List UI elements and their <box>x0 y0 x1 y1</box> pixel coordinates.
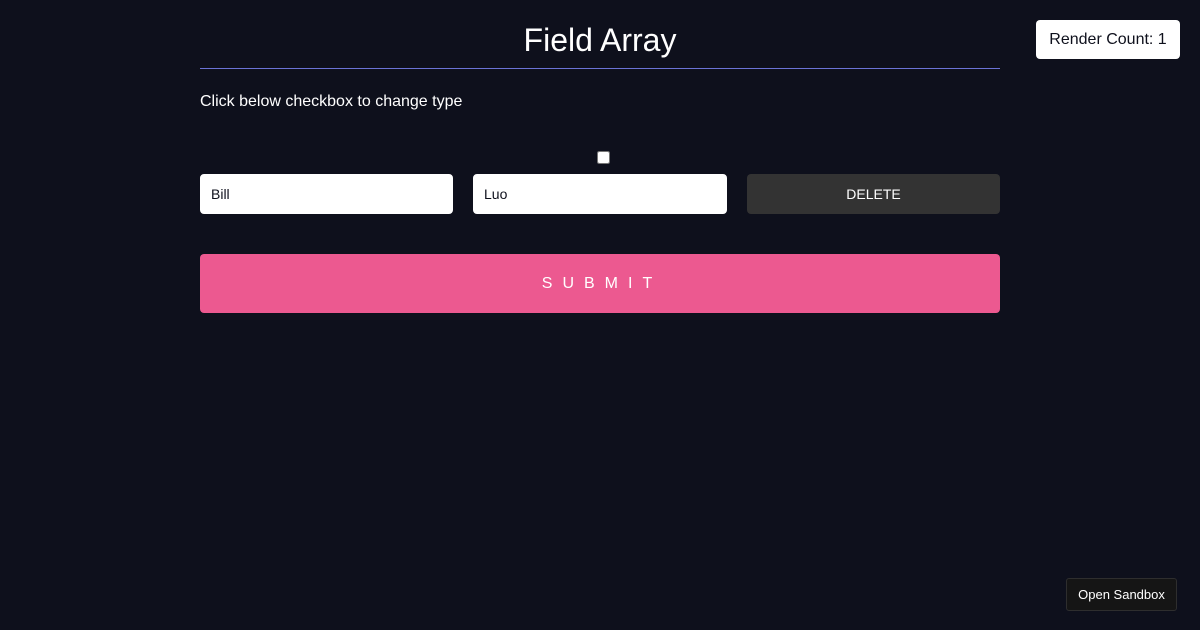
delete-button[interactable]: DELETE <box>747 174 1000 214</box>
render-count-badge: Render Count: 1 <box>1036 20 1180 59</box>
instructions-text: Click below checkbox to change type <box>200 93 463 110</box>
submit-button[interactable]: SUBMIT <box>200 254 1000 313</box>
form-container: Field Array Click below checkbox to chan… <box>200 0 1000 313</box>
field-array-row: DELETE <box>200 174 1000 214</box>
open-sandbox-button[interactable]: Open Sandbox <box>1066 578 1177 611</box>
change-type-checkbox[interactable] <box>597 151 610 164</box>
last-name-input[interactable] <box>473 174 727 214</box>
page: Render Count: 1 Field Array Click below … <box>0 0 1200 630</box>
first-name-input[interactable] <box>200 174 453 214</box>
page-title: Field Array <box>200 0 1000 69</box>
